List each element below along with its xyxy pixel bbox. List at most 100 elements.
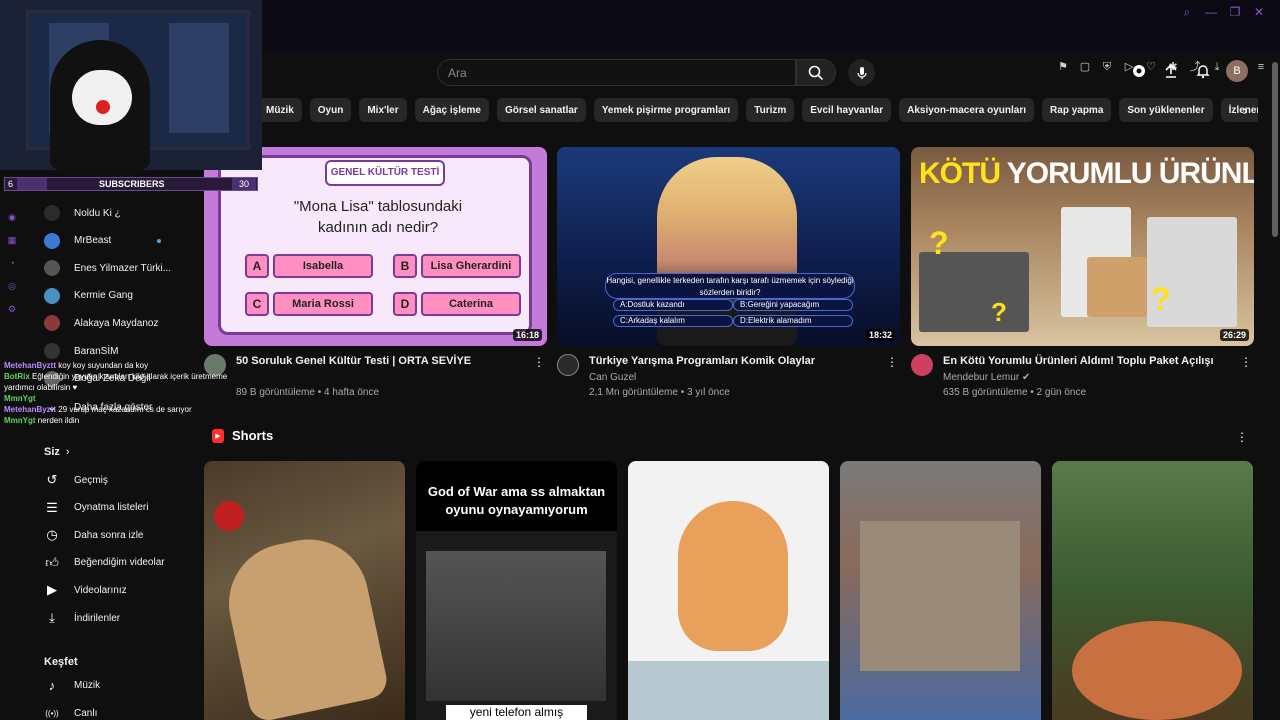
channel-avatar[interactable] bbox=[911, 354, 933, 376]
stream-side-icon: ◎ bbox=[8, 281, 16, 291]
sidebar-item[interactable]: ↺ Geçmiş bbox=[44, 469, 108, 491]
clock-icon: ◷ bbox=[46, 527, 58, 543]
quiz-card: GENEL KÜLTÜR TESTİ "Mona Lisa" tablosund… bbox=[218, 155, 532, 335]
restore-icon[interactable]: ❐ bbox=[1228, 5, 1242, 19]
shorts-title: Shorts bbox=[232, 428, 274, 443]
chip[interactable]: Aksiyon-macera oyunları bbox=[899, 98, 1035, 122]
create-icon[interactable] bbox=[1130, 62, 1148, 80]
new-content-dot bbox=[157, 238, 161, 243]
subscription-item[interactable]: Alakaya Maydanoz bbox=[44, 312, 159, 334]
minimize-icon[interactable]: — bbox=[1204, 5, 1218, 19]
sidebar-item[interactable]: ⤓ İndirilenler bbox=[44, 607, 120, 629]
voice-search-button[interactable] bbox=[848, 59, 875, 86]
video-thumbnail[interactable]: KÖTÜ YORUMLU ÜRÜNLER ? ? ? 26:29 bbox=[911, 147, 1254, 346]
account-avatar[interactable]: B bbox=[1226, 60, 1248, 82]
subscription-item[interactable]: MrBeast bbox=[44, 230, 111, 252]
subscription-item[interactable]: Kermie Gang bbox=[44, 285, 133, 307]
upload-icon[interactable] bbox=[1162, 62, 1180, 80]
short-card[interactable] bbox=[204, 461, 405, 720]
chip[interactable]: Turizm bbox=[746, 98, 795, 122]
subscription-item[interactable]: Noldu Ki ¿ bbox=[44, 202, 121, 224]
search-icon[interactable]: ⌕ bbox=[1180, 5, 1194, 19]
channel-avatar bbox=[44, 205, 60, 221]
channel-name[interactable]: Can Guzel bbox=[589, 372, 636, 383]
show-answer: B:Gereğini yapacağım bbox=[733, 299, 853, 311]
search-button[interactable] bbox=[796, 59, 836, 86]
scrollbar[interactable] bbox=[1270, 52, 1280, 720]
stream-side-icon: ◔ bbox=[9, 258, 15, 268]
mic-icon bbox=[856, 66, 867, 79]
notifications-icon[interactable] bbox=[1194, 62, 1212, 80]
quiz-option: C Maria Rossi bbox=[245, 292, 373, 316]
short-card[interactable] bbox=[1052, 461, 1253, 720]
quiz-option: B Lisa Gherardini bbox=[393, 254, 521, 278]
clown-face-image bbox=[72, 70, 132, 125]
channel-avatar bbox=[44, 315, 60, 332]
close-icon[interactable]: ✕ bbox=[1252, 5, 1266, 19]
channel-avatar[interactable] bbox=[557, 354, 579, 376]
video-title[interactable]: En Kötü Yorumlu Ürünleri Aldım! Toplu Pa… bbox=[943, 355, 1214, 367]
tomato-image bbox=[214, 501, 244, 531]
short-card[interactable]: God of War ama ss almaktan oyunu oynayam… bbox=[416, 461, 617, 720]
quiz-option: A Isabella bbox=[245, 254, 373, 278]
chip[interactable]: Görsel sanatlar bbox=[497, 98, 586, 122]
more-options-icon[interactable]: ⋮ bbox=[1240, 355, 1252, 369]
chip[interactable]: Yemek pişirme programları bbox=[593, 98, 739, 122]
chip[interactable]: Müzik bbox=[258, 98, 302, 122]
shorts-icon: ▶ bbox=[212, 428, 224, 443]
short-card[interactable] bbox=[628, 461, 829, 720]
sidebar-item[interactable]: ♪ Müzik bbox=[44, 674, 100, 696]
subscription-item[interactable]: Enes Yilmazer Türki... bbox=[44, 257, 171, 279]
quiz-badge: GENEL KÜLTÜR TESTİ bbox=[325, 160, 445, 186]
chevron-right-icon[interactable]: › bbox=[1243, 102, 1259, 118]
explore-section-header: Keşfet bbox=[44, 656, 78, 668]
search-input[interactable]: Ara bbox=[437, 59, 796, 86]
thumbnail-headline: KÖTÜ YORUMLU ÜRÜNLER bbox=[919, 157, 1254, 190]
question-mark-icon: ? bbox=[929, 225, 949, 261]
question-mark-icon: ? bbox=[991, 297, 1007, 327]
short-card[interactable] bbox=[840, 461, 1041, 720]
package-image bbox=[919, 252, 1029, 332]
chip[interactable]: Mix'ler bbox=[359, 98, 407, 122]
chip[interactable]: Evcil hayvanlar bbox=[802, 98, 892, 122]
video-title[interactable]: Türkiye Yarışma Programları Komik Olayla… bbox=[589, 355, 815, 367]
bread-image bbox=[217, 528, 391, 720]
more-options-icon[interactable]: ⋮ bbox=[886, 355, 898, 369]
history-icon: ↺ bbox=[46, 472, 58, 487]
pizza-image bbox=[1072, 621, 1242, 720]
download-icon: ⤓ bbox=[49, 610, 55, 625]
chat-message: MetehanByztt 29 vurup maç kazandım cs de… bbox=[4, 405, 192, 414]
video-duration: 16:18 bbox=[512, 329, 542, 341]
chevron-right-icon: › bbox=[65, 446, 70, 458]
music-icon: ♪ bbox=[48, 677, 56, 693]
sidebar-item[interactable]: ◷ Daha sonra izle bbox=[44, 524, 143, 546]
sidebar-item[interactable]: ☰ Oynatma listeleri bbox=[44, 497, 148, 519]
more-options-icon[interactable]: ⋮ bbox=[1236, 430, 1248, 444]
category-chips: Müzik Oyun Mix'ler Ağaç işleme Görsel sanatl… bbox=[258, 98, 1258, 122]
chip[interactable]: Ağaç işleme bbox=[414, 98, 489, 122]
chip[interactable]: Oyun bbox=[309, 98, 352, 122]
playlist-icon: ☰ bbox=[46, 499, 58, 515]
chat-message: MmnYgt bbox=[4, 394, 36, 403]
chip[interactable]: Son yüklenenler bbox=[1119, 98, 1213, 122]
you-section-header[interactable]: Siz › bbox=[44, 446, 70, 458]
chip[interactable]: Rap yapma bbox=[1042, 98, 1112, 122]
show-answer: A:Dostluk kazandı bbox=[613, 299, 733, 311]
sidebar-item[interactable]: 👍︎ Beğendiğim videolar bbox=[44, 552, 164, 574]
kitten-image bbox=[678, 501, 788, 651]
sidebar-item[interactable]: ▶ Videolarınız bbox=[44, 579, 127, 601]
video-card[interactable]: KÖTÜ YORUMLU ÜRÜNLER ? ? ? 26:29 En Kötü… bbox=[911, 147, 1254, 406]
video-card[interactable]: Hangisi, genellikle terkeden tarafın kar… bbox=[557, 147, 900, 406]
live-icon: ((•)) bbox=[45, 708, 59, 718]
shorts-header: ▶ Shorts bbox=[212, 428, 273, 443]
video-thumbnail[interactable]: Hangisi, genellikle terkeden tarafın kar… bbox=[557, 147, 900, 346]
more-options-icon[interactable]: ⋮ bbox=[533, 355, 545, 369]
subscription-item[interactable]: BaranSİM bbox=[44, 340, 118, 362]
chat-message: BotRix Eğlendiğin yayının kısımları klip… bbox=[4, 372, 228, 381]
show-answer: D:Elektrik alamadım bbox=[733, 315, 853, 327]
sidebar-item[interactable]: ((•)) Canlı bbox=[44, 702, 97, 720]
channel-name[interactable]: Mendebur Lemur ✔ bbox=[943, 372, 1030, 383]
channel-avatar bbox=[44, 287, 60, 304]
stream-side-icon: ⚙ bbox=[7, 304, 17, 314]
video-icon: ▶ bbox=[47, 582, 57, 598]
